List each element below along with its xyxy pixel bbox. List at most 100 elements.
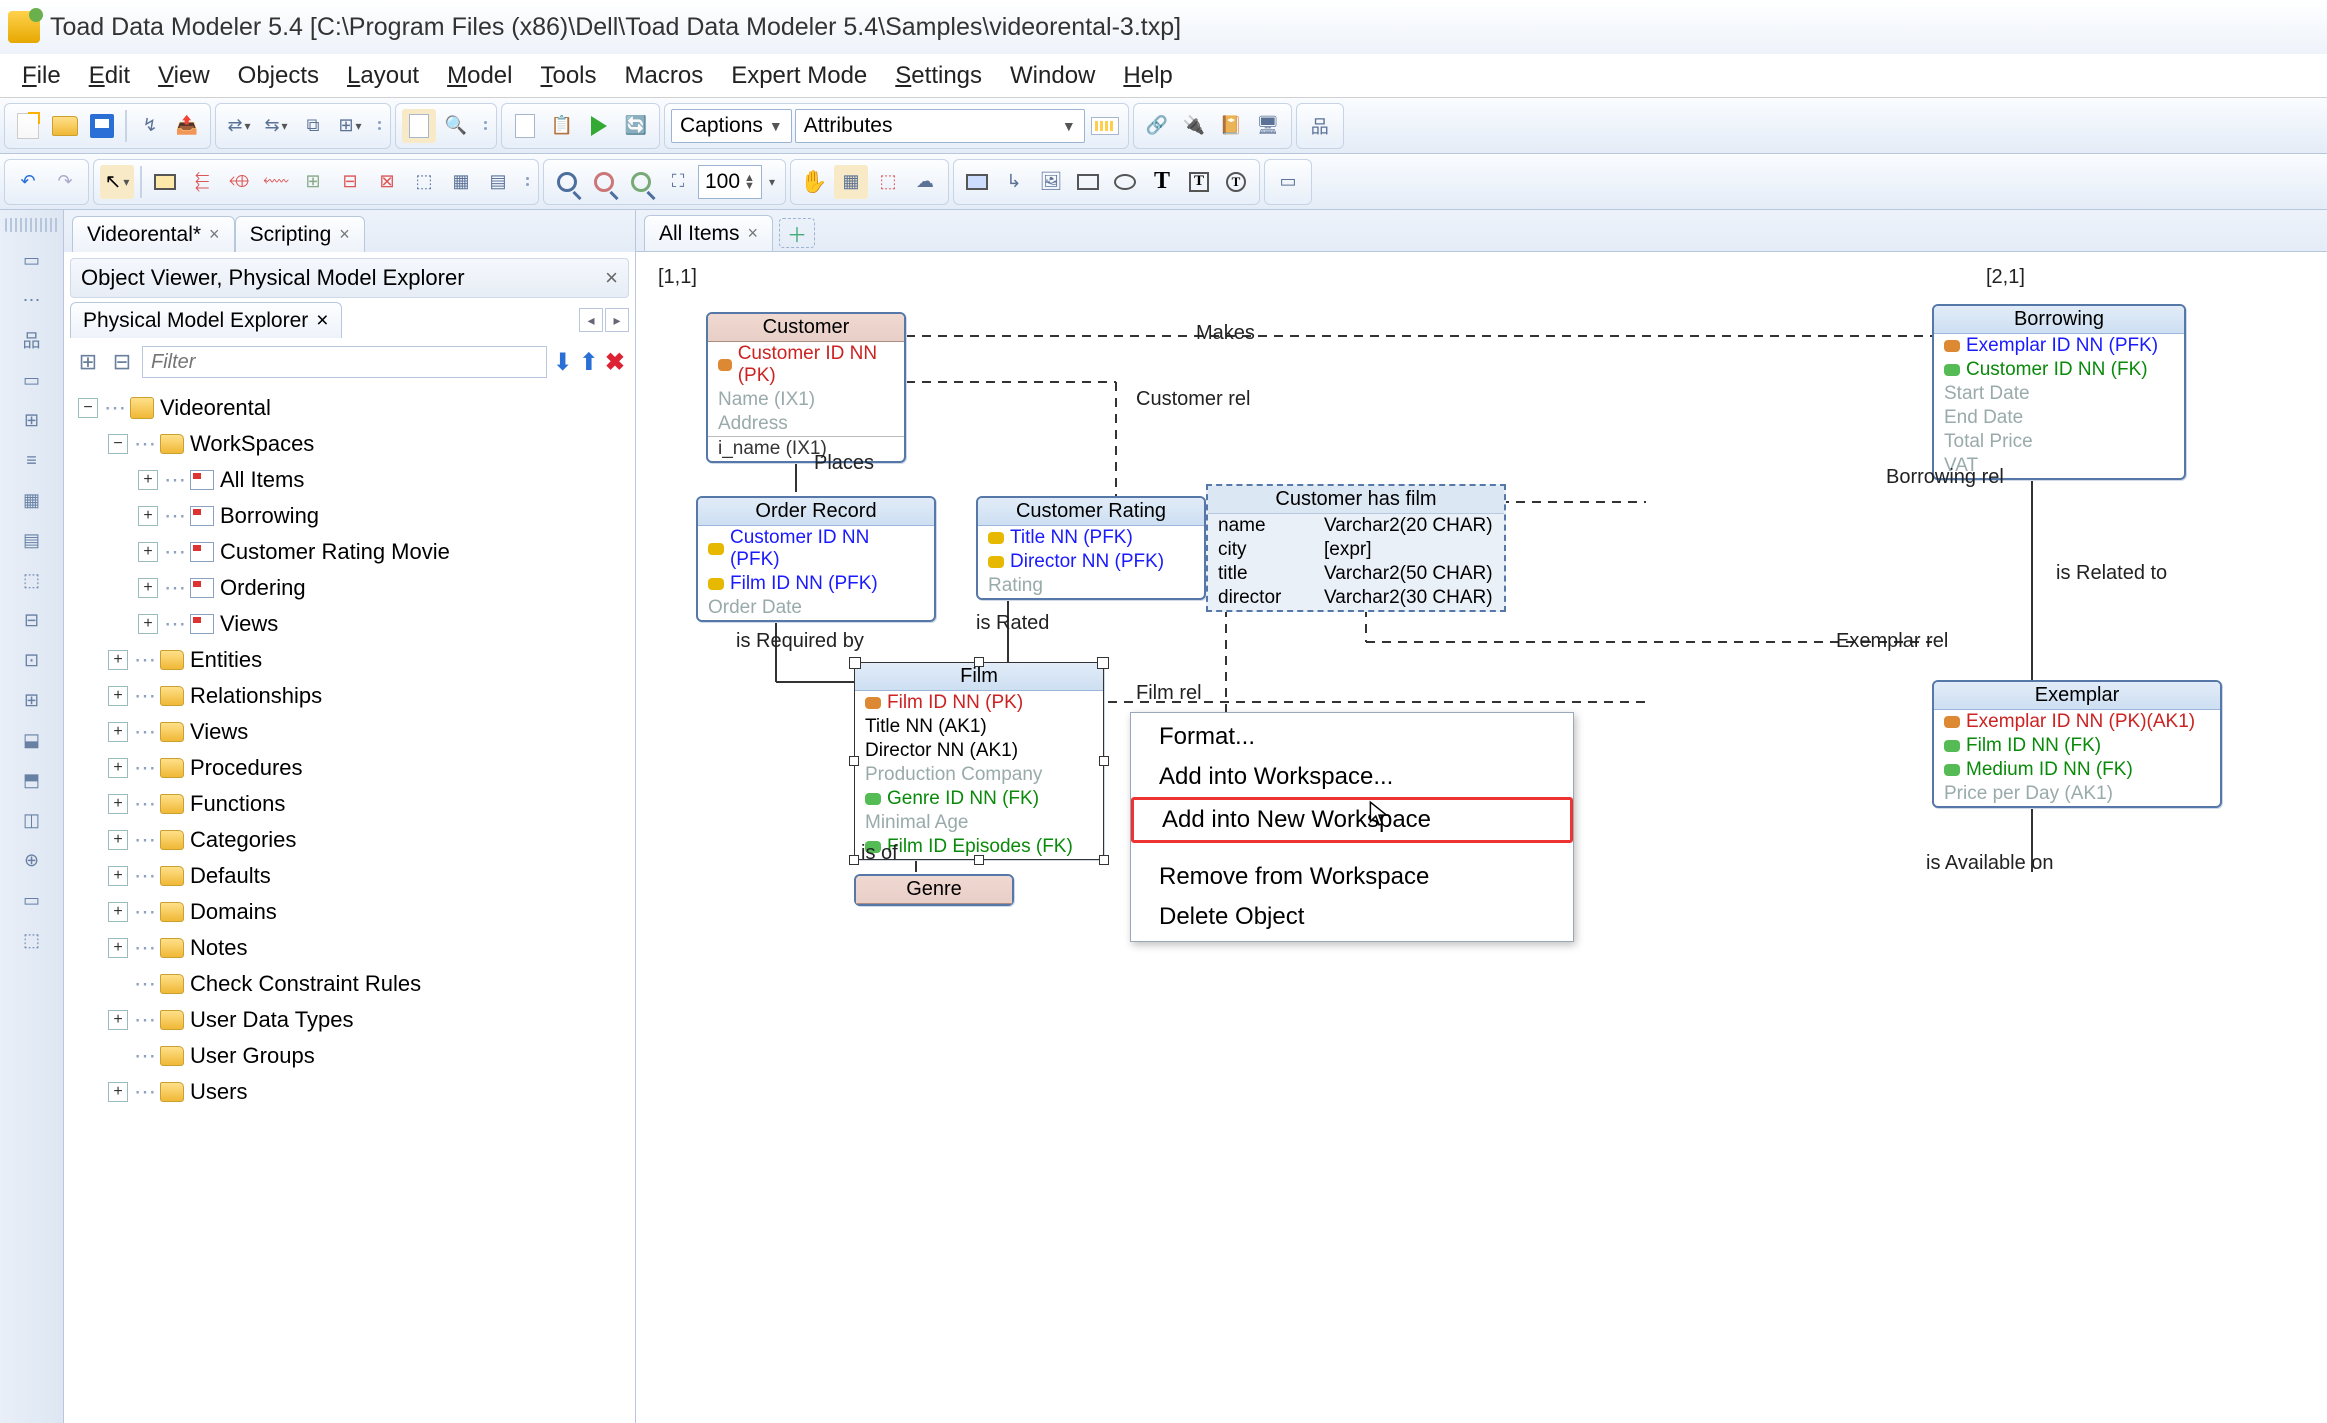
rail-8[interactable]: ▤ [13,524,51,556]
zoomin-button[interactable] [624,165,658,199]
undo-button[interactable]: ↶ [11,165,45,199]
textcircle-button[interactable]: T [1219,165,1253,199]
entity-customer[interactable]: Customer Customer ID NN (PK) Name (IX1) … [706,312,906,463]
tb-d2[interactable]: 🔌 [1177,109,1211,143]
close-icon[interactable]: × [748,223,759,244]
explorer-tab[interactable]: Physical Model Explorer × [70,302,342,338]
tb-a3[interactable]: ⧉ [296,109,330,143]
tree-item-folder[interactable]: ⋯Check Constraint Rules [108,966,627,1002]
rail-18[interactable]: ⬚ [13,924,51,956]
nav-next[interactable]: ▸ [605,308,629,332]
rel4-tool[interactable]: ⊞ [296,165,330,199]
view-customer-has-film[interactable]: Customer has film nameVarchar2(20 CHAR) … [1206,484,1506,612]
tree-toggle[interactable]: + [108,686,128,706]
filter-down-icon[interactable]: ⬇ [553,348,573,377]
tree-toggle[interactable]: + [108,758,128,778]
tree-item-folder[interactable]: +⋯Entities [108,642,627,678]
tree-toggle[interactable]: − [108,434,128,454]
model-tree[interactable]: −⋯Videorental −⋯WorkSpaces +⋯All Items+⋯… [64,386,635,1423]
tree-toggle[interactable]: + [108,1010,128,1030]
rail-5[interactable]: ⊞ [13,404,51,436]
entity-genre[interactable]: Genre [854,874,1014,906]
keyboard-button[interactable] [1088,109,1122,143]
rail-14[interactable]: ⬒ [13,764,51,796]
menu-item-delete-object[interactable]: Delete Object [1131,897,1573,937]
rail-1[interactable]: ▭ [13,244,51,276]
tb-end[interactable]: ▭ [1271,165,1305,199]
add-tab-button[interactable]: ＋ [779,218,815,248]
tree-toggle[interactable]: + [138,578,158,598]
filter-input[interactable] [142,346,547,378]
close-icon[interactable]: × [209,224,220,245]
tree-toggle[interactable]: − [78,398,98,418]
tree-item-workspace[interactable]: +⋯All Items [138,462,627,498]
rect-button[interactable] [1071,165,1105,199]
text-button[interactable]: T [1145,165,1179,199]
tree-item-folder[interactable]: +⋯Functions [108,786,627,822]
menu-macros[interactable]: Macros [625,62,704,90]
nav-prev[interactable]: ◂ [579,308,603,332]
tb-a4[interactable]: ⊞▾ [333,109,367,143]
pan-button[interactable]: ✋ [797,165,831,199]
tree-item-folder[interactable]: ⋯User Groups [108,1038,627,1074]
zoom-input[interactable]: 100▲▼ [698,165,762,199]
entity-customer-rating[interactable]: Customer Rating Title NN (PFK) Director … [976,496,1206,600]
rail-7[interactable]: ▦ [13,484,51,516]
tree-item-folder[interactable]: +⋯Procedures [108,750,627,786]
ellipse-button[interactable] [1108,165,1142,199]
rail-10[interactable]: ⊟ [13,604,51,636]
img-button[interactable]: 🖼 [1034,165,1068,199]
tb-d4[interactable]: 🖥 [1251,109,1285,143]
rail-3[interactable]: 品 [13,324,51,356]
tree-item-folder[interactable]: +⋯User Data Types [108,1002,627,1038]
doc-tab-videorental[interactable]: Videorental* × [72,216,235,252]
entity-tool[interactable] [148,165,182,199]
tree-item-folder[interactable]: +⋯Categories [108,822,627,858]
tree-item-folder[interactable]: +⋯Views [108,714,627,750]
menu-item-add-into-workspace[interactable]: Add into Workspace... [1131,757,1573,797]
redo-button[interactable]: ↷ [48,165,82,199]
tree-toggle[interactable]: + [108,830,128,850]
rail-4[interactable]: ▭ [13,364,51,396]
menu-expert-mode[interactable]: Expert Mode [731,62,867,90]
rel2-tool[interactable]: ⬲ [222,165,256,199]
close-icon[interactable]: × [316,309,328,333]
rail-2[interactable]: ⋯ [13,284,51,316]
rel5-tool[interactable]: ⊟ [333,165,367,199]
tree-item-workspace[interactable]: +⋯Ordering [138,570,627,606]
menu-item-add-into-new-workspace[interactable]: Add into New Workspace [1131,797,1573,843]
zoom1-button[interactable] [550,165,584,199]
tb-d1[interactable]: 🔗 [1140,109,1174,143]
pointer-button[interactable]: ↖▾ [100,165,134,199]
tb-b2[interactable]: 🔍 [439,109,473,143]
rail-13[interactable]: ⬓ [13,724,51,756]
rail-17[interactable]: ▭ [13,884,51,916]
entity-exemplar[interactable]: Exemplar Exemplar ID NN (PK)(AK1) Film I… [1932,680,2222,808]
tree-toggle[interactable]: + [138,506,158,526]
panel-close-icon[interactable]: × [605,265,618,291]
entity-borrowing[interactable]: Borrowing Exemplar ID NN (PFK) Customer … [1932,304,2186,480]
tree-toggle[interactable]: + [108,866,128,886]
rail-6[interactable]: ≡ [13,444,51,476]
tree-item-folder[interactable]: +⋯Defaults [108,858,627,894]
rel7-tool[interactable]: ⬚ [407,165,441,199]
menu-file[interactable]: File [22,62,61,90]
canvas-tab-all-items[interactable]: All Items × [644,215,773,251]
menu-item-format[interactable]: Format... [1131,717,1573,757]
menu-objects[interactable]: Objects [238,62,319,90]
entity-order-record[interactable]: Order Record Customer ID NN (PFK) Film I… [696,496,936,622]
rel1-tool[interactable]: ⬱ [185,165,219,199]
rail-12[interactable]: ⊞ [13,684,51,716]
menu-window[interactable]: Window [1010,62,1095,90]
tree-toggle[interactable]: + [138,542,158,562]
attributes-combo[interactable]: Attributes▼ [795,109,1085,143]
export-button[interactable]: 📤 [170,109,204,143]
tree-item-folder[interactable]: +⋯Domains [108,894,627,930]
tree-toggle[interactable]: + [108,722,128,742]
rel6-tool[interactable]: ⊠ [370,165,404,199]
menu-tools[interactable]: Tools [540,62,596,90]
tree-item-folder[interactable]: +⋯Notes [108,930,627,966]
tb-c2[interactable]: 📋 [545,109,579,143]
diagram-canvas[interactable]: [1,1] [2,1] [636,252,2327,1423]
tree-item-workspace[interactable]: +⋯Borrowing [138,498,627,534]
